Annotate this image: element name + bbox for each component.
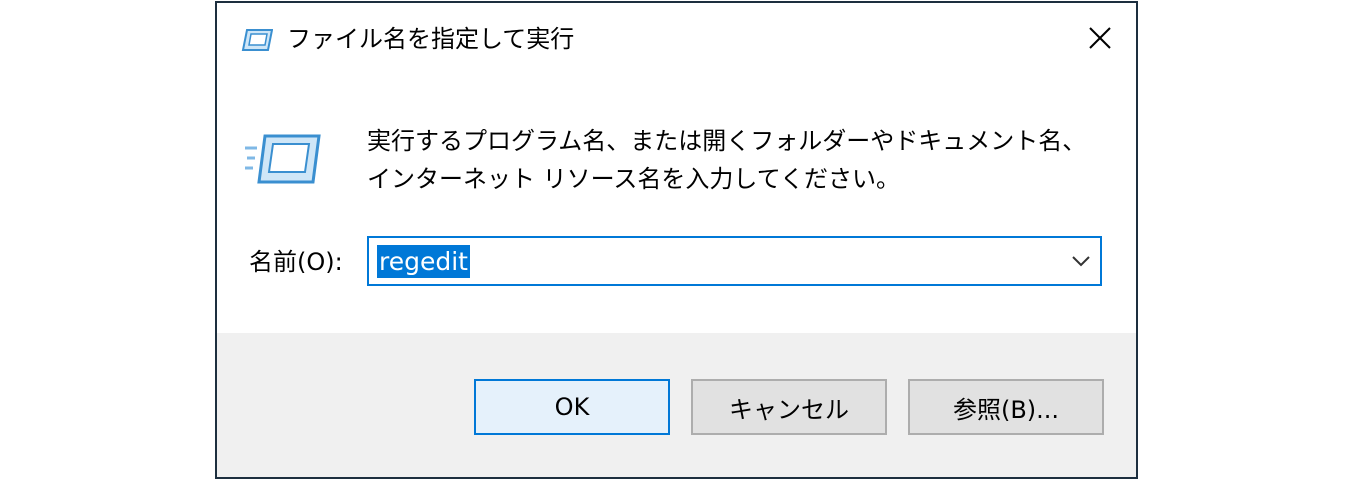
run-icon: [245, 134, 321, 184]
run-dialog: ファイル名を指定して実行 実行するプログラム名、または開くフォルダーやドキュメン…: [215, 1, 1138, 479]
dialog-content: 実行するプログラム名、または開くフォルダーやドキュメント名、インターネット リソ…: [217, 76, 1136, 333]
name-label: 名前(O):: [249, 248, 343, 276]
browse-button[interactable]: 参照(B)...: [908, 379, 1104, 435]
run-icon: [241, 29, 274, 51]
cancel-button[interactable]: キャンセル: [691, 379, 887, 435]
button-bar: OK キャンセル 参照(B)...: [217, 333, 1136, 477]
name-combobox[interactable]: regedit: [367, 236, 1102, 286]
close-icon: [1088, 26, 1112, 54]
chevron-down-icon[interactable]: [1070, 251, 1092, 271]
name-input[interactable]: regedit: [377, 245, 470, 278]
description-text: 実行するプログラム名、または開くフォルダーやドキュメント名、インターネット リソ…: [367, 127, 1087, 193]
window-title: ファイル名を指定して実行: [287, 25, 575, 53]
title-bar: ファイル名を指定して実行: [217, 3, 1136, 76]
close-button[interactable]: [1064, 3, 1136, 76]
ok-button[interactable]: OK: [474, 379, 670, 435]
